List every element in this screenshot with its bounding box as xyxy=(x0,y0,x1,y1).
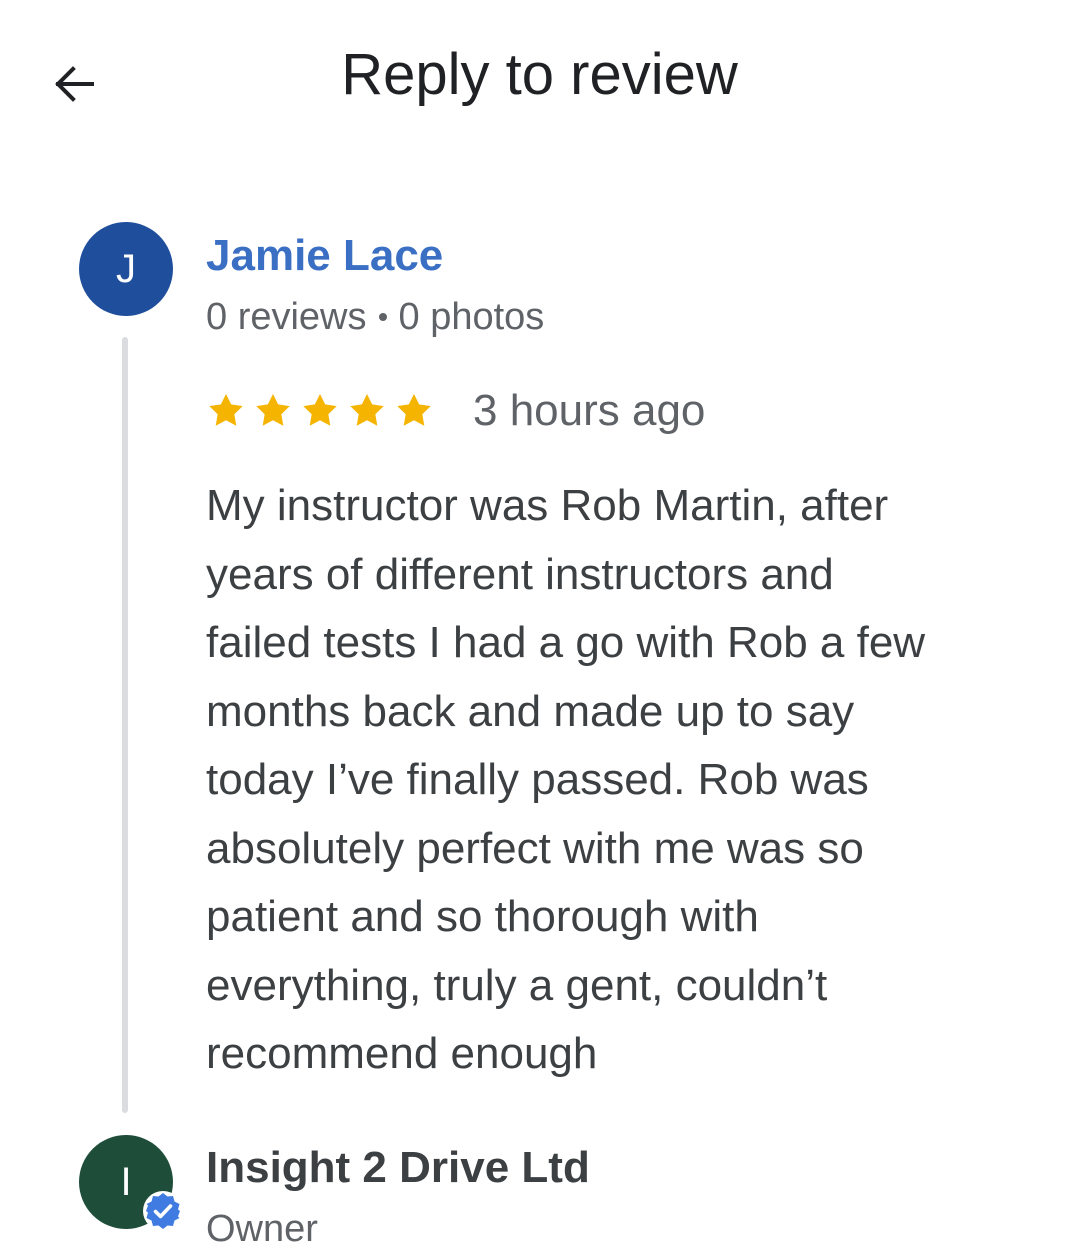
review-text-line: months back and made up to say xyxy=(206,686,855,736)
app-header: Reply to review xyxy=(0,0,1079,150)
review-text-line: My instructor was Rob Martin, after xyxy=(206,481,889,530)
star-filled-icon xyxy=(256,394,290,426)
reviewer-avatar[interactable]: J xyxy=(79,222,173,316)
reviews-count: 0 reviews xyxy=(206,296,367,338)
star-filled-icon xyxy=(397,394,431,426)
review-text-line: patient and so thorough with xyxy=(206,892,759,941)
reviewer-meta: 0 reviews 0 photos xyxy=(206,292,544,342)
owner-role: Owner xyxy=(206,1208,318,1250)
rating-row: 3 hours ago xyxy=(206,383,705,439)
review-text-line: today I’ve finally passed. Rob was xyxy=(206,755,869,804)
review-text-line: absolutely perfect with me was so xyxy=(206,823,864,873)
star-filled-icon xyxy=(350,394,384,426)
separator-dot xyxy=(378,313,387,321)
verified-badge-icon xyxy=(143,1191,183,1231)
star-filled-icon xyxy=(209,394,243,426)
star-rating xyxy=(206,391,441,431)
review-text: My instructor was Rob Martin, after years… xyxy=(206,472,1026,1089)
review-text-line: failed tests I had a go with Rob a few xyxy=(206,618,926,667)
reviewer-name[interactable]: Jamie Lace xyxy=(206,228,443,284)
review-text-line: years of different instructors and xyxy=(206,549,834,599)
review-text-line: recommend enough xyxy=(206,1029,598,1078)
star-filled-icon xyxy=(303,394,337,426)
review-text-line: everything, truly a gent, couldn’t xyxy=(206,960,828,1010)
review-time: 3 hours ago xyxy=(473,386,706,435)
thread-line xyxy=(122,337,128,1113)
page-title: Reply to review xyxy=(341,42,738,107)
photos-count: 0 photos xyxy=(398,296,545,338)
owner-name: Insight 2 Drive Ltd xyxy=(206,1143,590,1192)
